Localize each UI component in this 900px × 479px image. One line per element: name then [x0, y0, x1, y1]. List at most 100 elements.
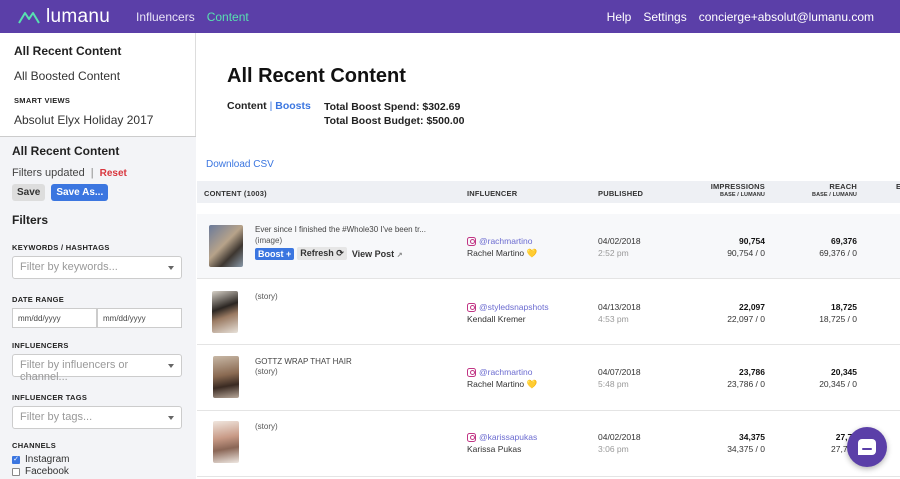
influencer-handle[interactable]: @styledsnapshots [479, 302, 549, 312]
main-content: All Recent Content Content | Boosts Tota… [197, 33, 900, 479]
tab-boosts[interactable]: Boosts [275, 100, 311, 112]
influencer-handle[interactable]: @rachmartino [479, 367, 533, 377]
influencer-name: Kendall Kremer [467, 314, 526, 324]
reach-breakdown: 18,725 / 0 [819, 314, 857, 324]
impressions-breakdown: 90,754 / 0 [727, 248, 765, 258]
published-time: 2:52 pm [598, 248, 629, 258]
smart-view-absolut-elyx[interactable]: Absolut Elyx Holiday 2017 [14, 113, 181, 127]
filters-updated-text: Filters updated [12, 167, 85, 179]
date-from-input[interactable]: mm/dd/yyyy [12, 308, 97, 328]
tags-label: INFLUENCER TAGS [12, 393, 88, 402]
col-content[interactable]: CONTENT (1003) [204, 189, 267, 198]
post-caption: GOTTZ WRAP THAT HAIR [255, 357, 352, 366]
impressions-breakdown: 23,786 / 0 [727, 379, 765, 389]
sidebar-item-all-boosted[interactable]: All Boosted Content [14, 69, 181, 83]
heart-icon: 💛 [526, 379, 538, 389]
influencer-handle[interactable]: @rachmartino [479, 236, 533, 246]
col-influencer[interactable]: INFLUENCER [467, 189, 517, 198]
post-thumbnail[interactable] [213, 421, 239, 463]
save-button[interactable]: Save [12, 184, 46, 201]
table-row[interactable]: GOTTZ WRAP THAT HAIR (story) @rachmartin… [197, 346, 900, 411]
nav-help[interactable]: Help [607, 10, 632, 24]
impressions-total: 22,097 [739, 302, 765, 312]
reach-breakdown: 20,345 / 0 [819, 379, 857, 389]
nav-account-email[interactable]: concierge+absolut@lumanu.com [699, 10, 874, 24]
post-type: (story) [255, 367, 278, 376]
col-reach-sub: BASE / LUMANU [812, 192, 857, 198]
col-overflow: E [896, 182, 900, 191]
nav-content[interactable]: Content [207, 10, 249, 24]
chat-bubble-icon [858, 439, 876, 455]
influencer-handle[interactable]: @karissapukas [479, 432, 537, 442]
col-impressions[interactable]: IMPRESSIONS BASE / LUMANU [711, 182, 765, 198]
post-caption: Ever since I finished the #Whole30 I've … [255, 225, 426, 234]
table-row[interactable]: (story) @styledsnapshots Kendall Kremer … [197, 280, 900, 345]
published-time: 5:48 pm [598, 379, 629, 389]
refresh-button[interactable]: Refresh ⟳ [297, 247, 347, 260]
date-to-input[interactable]: mm/dd/yyyy [97, 308, 182, 328]
post-thumbnail[interactable] [213, 356, 239, 398]
impressions-total: 23,786 [739, 367, 765, 377]
lumanu-logo[interactable]: lumanu [18, 6, 136, 28]
total-boost-budget: Total Boost Budget: $500.00 [324, 115, 465, 127]
published-date: 04/02/2018 [598, 236, 641, 246]
external-link-icon: ↗ [396, 251, 403, 259]
filters-panel: All Recent Content Filters updated | Res… [0, 136, 196, 479]
influencer-name: Karissa Pukas [467, 444, 522, 454]
instagram-icon [467, 236, 476, 246]
published-date: 04/07/2018 [598, 367, 641, 377]
checkbox-checked-icon[interactable] [12, 455, 20, 464]
channel-facebook[interactable]: Facebook [12, 466, 184, 477]
nav-settings[interactable]: Settings [643, 10, 686, 24]
chevron-down-icon [168, 364, 174, 368]
chat-widget-button[interactable] [847, 427, 887, 467]
channel-label: Facebook [25, 466, 69, 477]
content-boosts-toggle: Content | Boosts [227, 100, 311, 112]
tab-content[interactable]: Content [227, 100, 267, 112]
checkbox-empty-icon[interactable] [12, 467, 20, 476]
table-header: CONTENT (1003) INFLUENCER PUBLISHED IMPR… [197, 181, 900, 203]
influencers-select[interactable]: Filter by influencers or channel... [12, 354, 182, 383]
influencers-placeholder: Filter by influencers or channel... [20, 359, 129, 383]
reach-total: 69,376 [831, 236, 857, 246]
col-impressions-sub: BASE / LUMANU [720, 192, 765, 198]
col-reach-label: REACH [829, 182, 857, 191]
current-view-title: All Recent Content [12, 144, 120, 158]
reset-link[interactable]: Reset [100, 168, 127, 179]
col-impressions-label: IMPRESSIONS [710, 182, 765, 191]
keywords-select[interactable]: Filter by keywords... [12, 256, 182, 279]
published-time: 4:53 pm [598, 314, 629, 324]
mountain-logo-icon [18, 11, 40, 24]
instagram-icon [467, 367, 476, 377]
nav-influencers[interactable]: Influencers [136, 10, 195, 24]
table-row[interactable]: (story) @karissapukas Karissa Pukas 04/0… [197, 412, 900, 477]
impressions-total: 34,375 [739, 432, 765, 442]
separator: | [90, 167, 94, 179]
channel-instagram[interactable]: Instagram [12, 454, 184, 465]
post-type: (story) [255, 292, 278, 301]
reach-total: 20,345 [831, 367, 857, 377]
heart-icon: 💛 [526, 248, 538, 258]
view-post-link[interactable]: View Post ↗ [350, 248, 405, 260]
separator: | [269, 100, 273, 112]
reach-total: 18,725 [831, 302, 857, 312]
influencer-name: Rachel Martino [467, 248, 525, 258]
download-csv-link[interactable]: Download CSV [206, 159, 274, 170]
col-reach[interactable]: REACH BASE / LUMANU [812, 182, 857, 198]
save-as-button[interactable]: Save As... [51, 184, 109, 201]
col-published[interactable]: PUBLISHED [598, 189, 643, 198]
post-thumbnail[interactable] [209, 225, 243, 267]
boost-totals: Total Boost Spend: $302.69 Total Boost B… [324, 100, 464, 128]
sidebar-item-all-recent[interactable]: All Recent Content [14, 44, 181, 58]
reach-breakdown: 69,376 / 0 [819, 248, 857, 258]
impressions-breakdown: 34,375 / 0 [727, 444, 765, 454]
table-row[interactable]: Ever since I finished the #Whole30 I've … [197, 214, 900, 279]
top-nav: lumanu Influencers Content Help Settings… [0, 0, 900, 33]
published-date: 04/13/2018 [598, 302, 641, 312]
post-thumbnail[interactable] [212, 291, 238, 333]
instagram-icon [467, 302, 476, 312]
tags-select[interactable]: Filter by tags... [12, 406, 182, 429]
published-time: 3:06 pm [598, 444, 629, 454]
boost-button[interactable]: Boost + [255, 247, 295, 260]
keywords-placeholder: Filter by keywords... [20, 261, 118, 273]
